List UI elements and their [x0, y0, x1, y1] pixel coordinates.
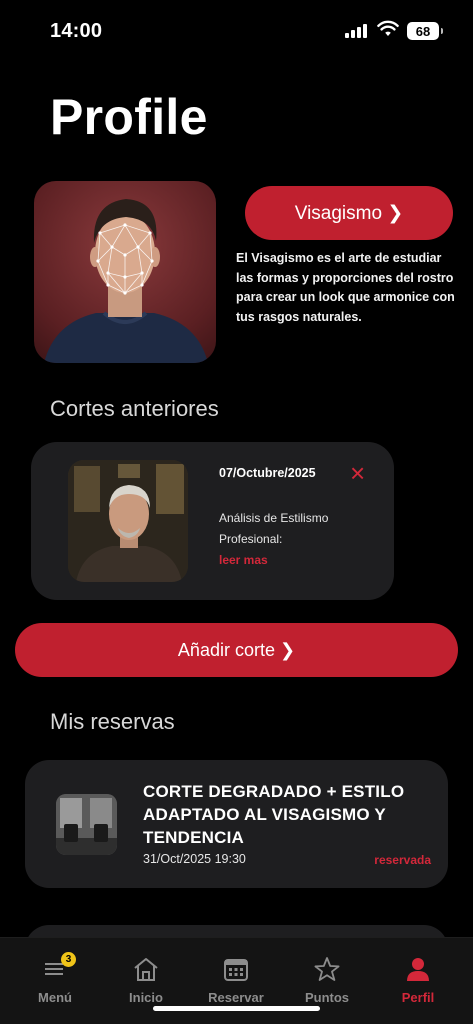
tab-perfil[interactable]: Perfil [378, 954, 458, 1005]
reserva-title: CORTE DEGRADADO + ESTILO ADAPTADO AL VIS… [143, 782, 405, 847]
battery-icon: 68 [407, 22, 443, 40]
reserva-card[interactable]: CORTE DEGRADADO + ESTILO ADAPTADO AL VIS… [25, 760, 448, 888]
cortes-section-title: Cortes anteriores [50, 396, 219, 421]
delete-icon[interactable]: × [350, 460, 365, 486]
star-icon [314, 957, 340, 981]
reserva-datetime: 31/Oct/2025 19:30 [143, 852, 246, 866]
calendar-icon [224, 959, 248, 981]
status-bar: 14:00 68 [0, 0, 473, 60]
face-analysis-image[interactable] [34, 181, 216, 363]
corte-date: 07/Octubre/2025 [219, 466, 316, 480]
corte-card[interactable]: 07/Octubre/2025 × Análisis de Estilismo … [31, 442, 394, 600]
visagismo-button[interactable]: Visagismo ❯ [245, 186, 453, 240]
menu-badge: 3 [61, 952, 76, 967]
tab-reservar-label: Reservar [208, 990, 264, 1005]
home-icon [134, 958, 158, 981]
tab-puntos[interactable]: Puntos [287, 954, 367, 1005]
add-corte-button[interactable]: Añadir corte ❯ [15, 623, 458, 677]
visagismo-description: El Visagismo es el arte de estudiar las … [236, 251, 455, 324]
reservas-section-title: Mis reservas [50, 709, 175, 734]
tab-perfil-label: Perfil [401, 990, 435, 1005]
home-indicator [153, 1006, 320, 1011]
tab-menu-label: Menú [38, 990, 72, 1005]
cellular-signal-icon [345, 24, 367, 38]
wifi-icon [377, 20, 399, 36]
corte-description: Análisis de Estilismo Profesional: [219, 511, 329, 546]
person-icon [407, 958, 429, 981]
tab-reservar[interactable]: Reservar [196, 954, 276, 1005]
read-more-link[interactable]: leer mas [219, 553, 268, 567]
barbershop-photo [56, 794, 117, 855]
status-time: 14:00 [50, 20, 103, 42]
tab-menu[interactable]: 3 Menú [15, 952, 95, 1005]
tab-inicio-label: Inicio [129, 990, 163, 1005]
corte-photo [68, 460, 188, 582]
page-title: Profile [50, 89, 208, 145]
reserva-status: reservada [374, 853, 431, 867]
tab-inicio[interactable]: Inicio [106, 954, 186, 1005]
tab-puntos-label: Puntos [304, 990, 350, 1005]
